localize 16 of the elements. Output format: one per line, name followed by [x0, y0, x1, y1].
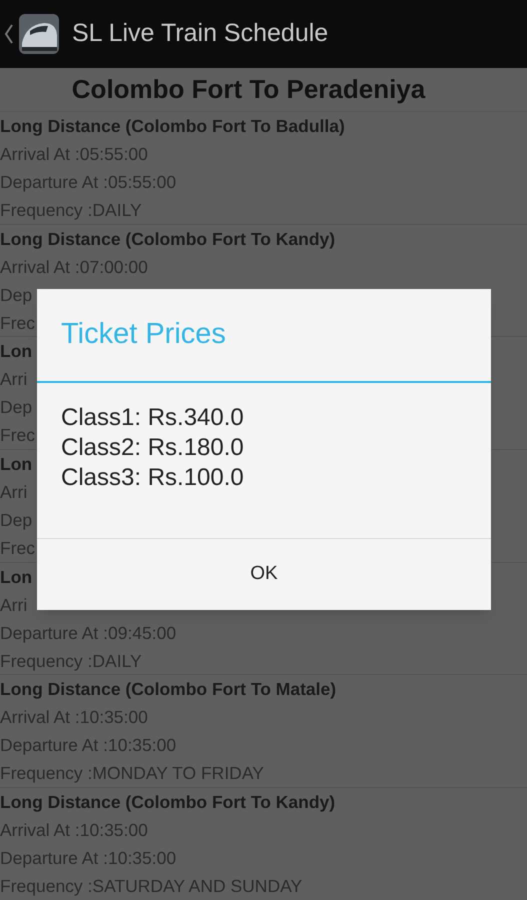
train-name: Long Distance (Colombo Fort To Kandy) — [0, 228, 336, 251]
app-title: SL Live Train Schedule — [72, 18, 328, 50]
train-name: Lon — [0, 340, 32, 364]
train-icon[interactable] — [18, 13, 60, 55]
train-name: Long Distance (Colombo Fort To Matale) — [0, 678, 336, 702]
train-name: Lon — [0, 566, 32, 589]
back-icon[interactable] — [4, 23, 14, 45]
ticket-price: Class3: Rs.100.0 — [61, 463, 245, 493]
train-name: Long Distance (Colombo Fort To Kandy) — [0, 791, 336, 814]
ok-button[interactable]: OK — [37, 539, 491, 610]
train-name: Lon — [0, 453, 32, 476]
dialog-title: Ticket Prices — [61, 317, 226, 352]
ticket-price: Class1: Rs.340.0 — [61, 403, 245, 433]
ticket-price: Class2: Rs.180.0 — [61, 433, 245, 463]
route-title: Colombo Fort To Peradeniya — [0, 68, 527, 112]
train-name: Long Distance (Colombo Fort To Badulla) — [0, 115, 345, 138]
